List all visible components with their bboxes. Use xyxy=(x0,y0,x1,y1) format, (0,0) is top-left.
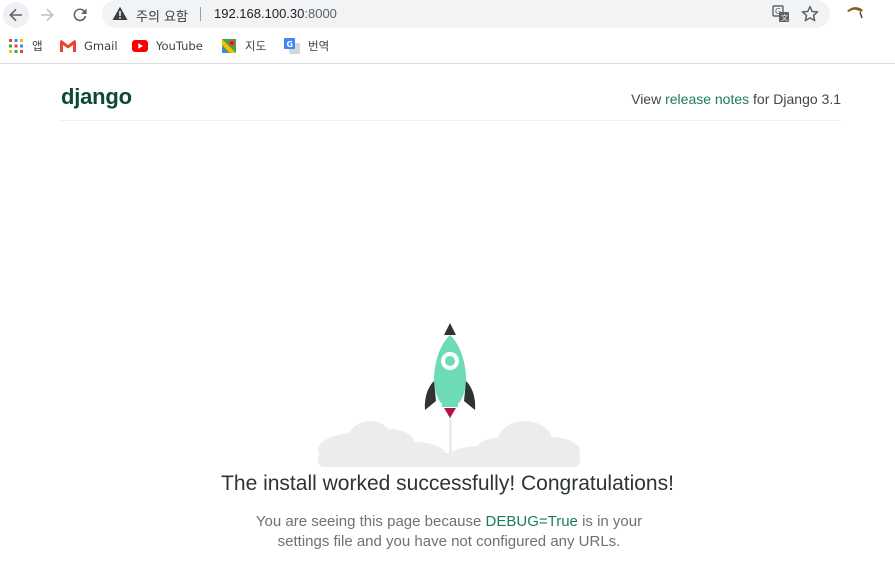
url-host: 192.168.100.30 xyxy=(214,6,305,21)
profile-avatar-icon[interactable] xyxy=(843,2,867,26)
success-description: You are seeing this page because DEBUG=T… xyxy=(255,512,643,552)
reload-icon xyxy=(73,8,87,22)
bookmark-apps[interactable]: 앱 xyxy=(8,37,43,55)
apps-grid-icon xyxy=(8,38,24,54)
address-divider xyxy=(200,7,201,21)
release-notes-text: View release notes for Django 3.1 xyxy=(631,91,841,107)
forward-button[interactable] xyxy=(34,2,60,28)
translate-icon: G xyxy=(284,38,300,54)
bookmark-gmail[interactable]: Gmail xyxy=(60,37,118,55)
release-suffix: for Django 3.1 xyxy=(749,91,841,107)
gmail-icon xyxy=(60,38,76,54)
bookmark-translate[interactable]: G 번역 xyxy=(284,37,329,55)
bookmarks-bar: 앱 Gmail YouTube 지도 G 번역 xyxy=(0,30,895,64)
rocket-illustration xyxy=(318,323,580,467)
django-welcome-page: django View release notes for Django 3.1 xyxy=(0,65,895,579)
browser-toolbar: 주의 요함 192.168.100.30:8000 G 文 xyxy=(0,0,895,30)
django-logo[interactable]: django xyxy=(61,84,132,110)
release-notes-link[interactable]: release notes xyxy=(665,91,749,107)
address-bar[interactable]: 주의 요함 192.168.100.30:8000 G 文 xyxy=(102,0,830,28)
youtube-icon xyxy=(132,38,148,54)
reload-button[interactable] xyxy=(67,2,93,28)
bookmark-star-icon[interactable] xyxy=(800,4,820,24)
maps-icon xyxy=(221,38,237,54)
bookmark-label: YouTube xyxy=(156,39,203,53)
description-part1: You are seeing this page because xyxy=(255,513,486,530)
debug-setting: DEBUG=True xyxy=(485,513,578,530)
bookmark-label: Gmail xyxy=(84,39,118,53)
rocket-icon xyxy=(424,323,476,418)
bookmark-maps[interactable]: 지도 xyxy=(221,37,266,55)
svg-text:文: 文 xyxy=(781,13,788,22)
bookmark-youtube[interactable]: YouTube xyxy=(132,37,203,55)
release-prefix: View xyxy=(631,91,666,107)
back-button[interactable] xyxy=(3,2,29,28)
svg-text:G: G xyxy=(287,40,294,49)
exhaust-trail xyxy=(449,415,452,459)
success-headline: The install worked successfully! Congrat… xyxy=(221,472,674,495)
page-header: django View release notes for Django 3.1 xyxy=(61,65,841,121)
arrow-right-icon xyxy=(41,8,54,22)
bookmark-label: 번역 xyxy=(308,39,330,53)
bookmark-label: 지도 xyxy=(245,39,267,53)
security-warning-label[interactable]: 주의 요함 xyxy=(136,6,188,25)
warning-icon[interactable] xyxy=(112,6,128,21)
url-port: :8000 xyxy=(304,6,337,21)
bookmark-label: 앱 xyxy=(32,39,43,53)
url-text[interactable]: 192.168.100.30:8000 xyxy=(214,6,337,21)
arrow-left-icon xyxy=(9,8,22,22)
translate-page-icon[interactable]: G 文 xyxy=(772,5,790,23)
